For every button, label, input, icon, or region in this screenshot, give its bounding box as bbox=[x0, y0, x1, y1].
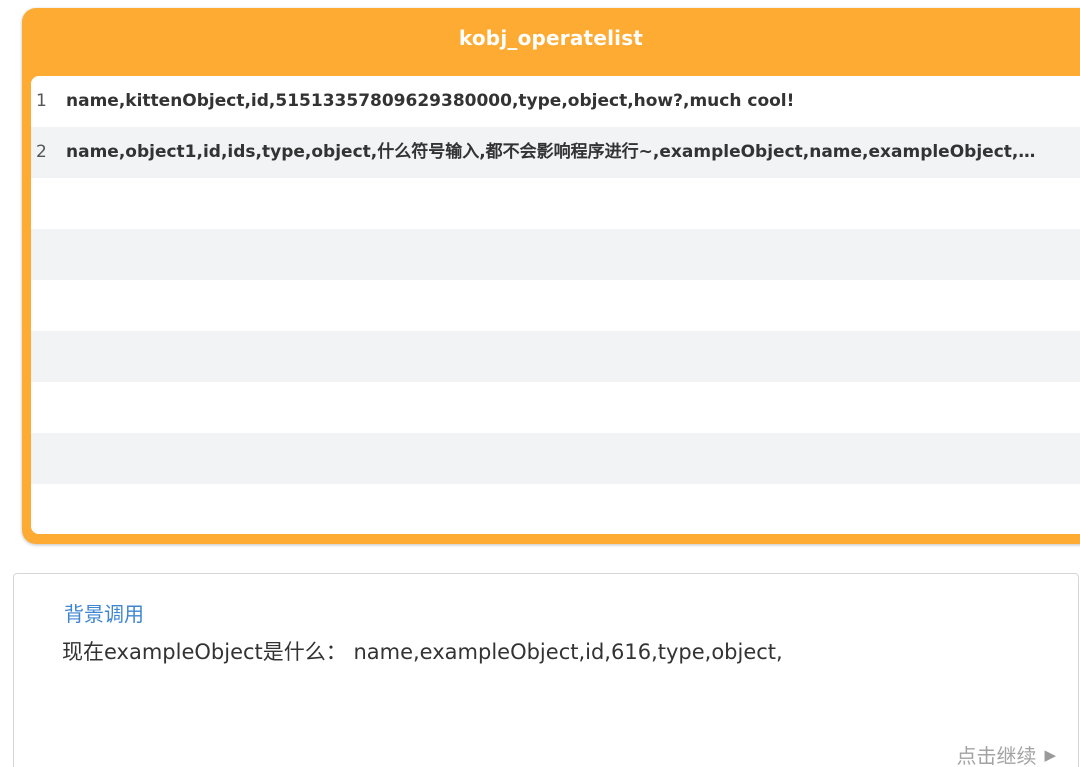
list-row[interactable] bbox=[31, 178, 1080, 229]
row-text: name,object1,id,ids,type,object,什么符号输入,都… bbox=[66, 142, 1041, 162]
list-row[interactable] bbox=[31, 331, 1080, 382]
continue-label: 点击继续 bbox=[956, 744, 1037, 767]
speaker-name: 背景调用 bbox=[64, 602, 144, 626]
row-text bbox=[66, 331, 1041, 382]
row-number: 2 bbox=[36, 142, 47, 162]
row-text bbox=[66, 433, 1041, 484]
continue-button[interactable]: 点击继续 ▶ bbox=[956, 740, 1056, 767]
row-text bbox=[66, 178, 1041, 229]
operate-list-window: kobj_operatelist 1 name,kittenObject,id,… bbox=[22, 8, 1080, 544]
row-number bbox=[36, 433, 56, 484]
list-body[interactable]: 1 name,kittenObject,id,51513357809629380… bbox=[31, 76, 1080, 534]
app-screen: kobj_operatelist 1 name,kittenObject,id,… bbox=[0, 0, 1080, 767]
row-number bbox=[36, 178, 56, 229]
row-number bbox=[36, 484, 56, 534]
list-title: kobj_operatelist bbox=[458, 26, 644, 50]
row-text bbox=[66, 229, 1041, 280]
list-row[interactable] bbox=[31, 382, 1080, 433]
dialog-box[interactable]: 背景调用 现在exampleObject是什么： name,exampleObj… bbox=[13, 573, 1079, 767]
list-row[interactable]: 2 name,object1,id,ids,type,object,什么符号输入… bbox=[31, 127, 1080, 178]
dialog-message: 现在exampleObject是什么： name,exampleObject,i… bbox=[62, 640, 783, 664]
list-row[interactable] bbox=[31, 484, 1080, 534]
row-number: 1 bbox=[36, 91, 47, 111]
row-text bbox=[66, 382, 1041, 433]
list-row[interactable] bbox=[31, 229, 1080, 280]
row-number bbox=[36, 331, 56, 382]
list-row[interactable] bbox=[31, 433, 1080, 484]
row-text bbox=[66, 484, 1041, 534]
play-triangle-icon: ▶ bbox=[1044, 745, 1056, 764]
row-number bbox=[36, 280, 56, 331]
row-text bbox=[66, 280, 1041, 331]
row-number bbox=[36, 382, 56, 433]
row-number bbox=[36, 229, 56, 280]
list-row[interactable] bbox=[31, 280, 1080, 331]
row-text: name,kittenObject,id,5151335780962938000… bbox=[66, 91, 795, 111]
list-row[interactable]: 1 name,kittenObject,id,51513357809629380… bbox=[31, 76, 1080, 127]
